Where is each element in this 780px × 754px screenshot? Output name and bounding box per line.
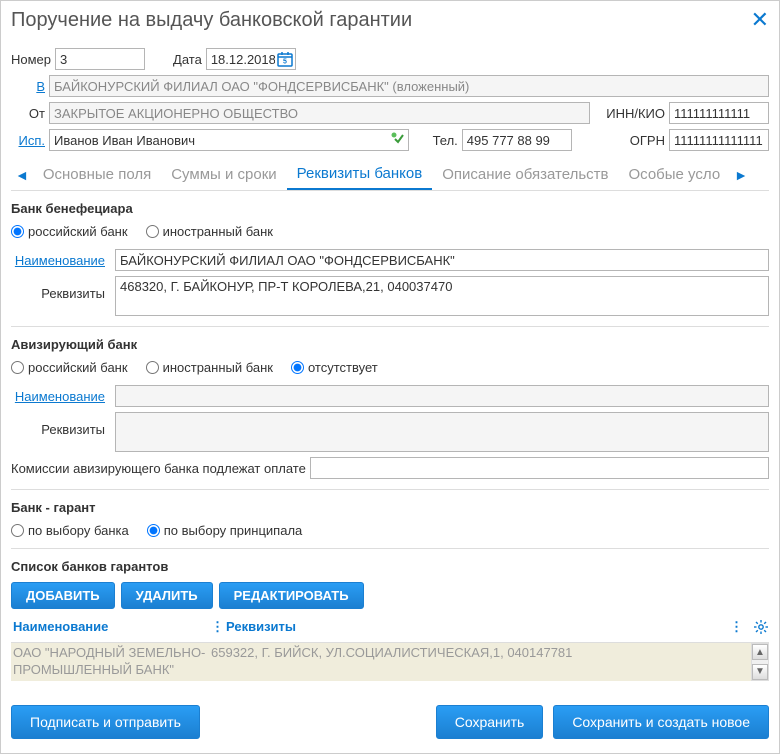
ogrn-label: ОГРН <box>630 133 665 148</box>
table-row[interactable]: ОАО "НАРОДНЫЙ ЗЕМЕЛЬНО-ПРОМЫШЛЕННЫЙ БАНК… <box>11 643 751 681</box>
guarantor-by-bank-radio[interactable]: по выбору банка <box>11 523 129 538</box>
grid-col-requisites[interactable]: ⋮Реквизиты <box>211 619 485 638</box>
from-label: От <box>11 106 45 121</box>
column-drag-icon[interactable]: ⋮ <box>730 619 741 634</box>
grid-cell-req: 659322, Г. БИЙСК, УЛ.СОЦИАЛИСТИЧЕСКАЯ,1,… <box>211 645 751 679</box>
inn-input[interactable] <box>669 102 769 124</box>
gear-icon[interactable] <box>745 619 769 638</box>
advising-bank-header: Авизирующий банк <box>11 337 769 352</box>
advising-req-label: Реквизиты <box>11 412 111 437</box>
advising-name-input <box>115 385 769 407</box>
scroll-up-icon[interactable]: ▲ <box>752 644 768 660</box>
window-title: Поручение на выдачу банковской гарантии <box>11 9 412 32</box>
beneficiary-name-input[interactable] <box>115 249 769 271</box>
beneficiary-req-input[interactable]: 468320, Г. БАЙКОНУР, ПР-Т КОРОЛЕВА,21, 0… <box>115 276 769 316</box>
edit-button[interactable]: РЕДАКТИРОВАТЬ <box>219 582 364 609</box>
executor-input[interactable] <box>49 129 409 151</box>
beneficiary-name-label[interactable]: Наименование <box>11 253 111 268</box>
bank-in-input <box>49 75 769 97</box>
tab-scroll-left-icon[interactable]: ◄ <box>11 167 33 183</box>
commission-input[interactable] <box>310 457 769 479</box>
scroll-down-icon[interactable]: ▼ <box>752 664 768 680</box>
tab-main-fields[interactable]: Основные поля <box>33 160 161 189</box>
beneficiary-russian-radio[interactable]: российский банк <box>11 224 128 239</box>
advising-foreign-radio[interactable]: иностранный банк <box>146 360 273 375</box>
sign-send-button[interactable]: Подписать и отправить <box>11 705 200 739</box>
tab-bank-requisites[interactable]: Реквизиты банков <box>287 159 433 190</box>
tel-input[interactable] <box>462 129 572 151</box>
bank-in-label[interactable]: В <box>11 79 45 94</box>
advising-none-radio[interactable]: отсутствует <box>291 360 378 375</box>
tab-special[interactable]: Особые усло <box>619 160 731 189</box>
close-icon[interactable]: ✕ <box>751 9 769 31</box>
tab-scroll-right-icon[interactable]: ► <box>730 167 752 183</box>
guarantor-grid: Наименование ⋮Реквизиты ⋮ ОАО "НАРОДНЫЙ … <box>11 615 769 681</box>
calendar-icon[interactable]: 5 <box>277 51 293 67</box>
date-label: Дата <box>173 52 202 67</box>
save-create-new-button[interactable]: Сохранить и создать новое <box>553 705 769 739</box>
tab-amounts[interactable]: Суммы и сроки <box>161 160 286 189</box>
attach-icon[interactable] <box>391 132 405 149</box>
grid-cell-name: ОАО "НАРОДНЫЙ ЗЕМЕЛЬНО-ПРОМЫШЛЕННЫЙ БАНК… <box>11 645 211 679</box>
number-input[interactable] <box>55 48 145 70</box>
beneficiary-foreign-radio[interactable]: иностранный банк <box>146 224 273 239</box>
inn-label: ИНН/КИО <box>606 106 665 121</box>
number-label: Номер <box>11 52 51 67</box>
ogrn-input[interactable] <box>669 129 769 151</box>
column-drag-icon[interactable]: ⋮ <box>211 619 222 634</box>
save-button[interactable]: Сохранить <box>436 705 544 739</box>
beneficiary-req-label: Реквизиты <box>11 276 111 301</box>
guarantor-list-header: Список банков гарантов <box>11 559 769 574</box>
advising-russian-radio[interactable]: российский банк <box>11 360 128 375</box>
tel-label: Тел. <box>433 133 458 148</box>
from-input <box>49 102 590 124</box>
commission-label: Комиссии авизирующего банка подлежат опл… <box>11 461 306 476</box>
grid-col-name[interactable]: Наименование <box>11 619 211 638</box>
beneficiary-bank-header: Банк бенефециара <box>11 201 769 216</box>
guarantor-by-principal-radio[interactable]: по выбору принципала <box>147 523 303 538</box>
guarantor-bank-header: Банк - гарант <box>11 500 769 515</box>
tab-obligations[interactable]: Описание обязательств <box>432 160 618 189</box>
executor-label[interactable]: Исп. <box>11 133 45 148</box>
advising-req-input <box>115 412 769 452</box>
svg-text:5: 5 <box>283 59 287 66</box>
advising-name-label[interactable]: Наименование <box>11 389 111 404</box>
add-button[interactable]: ДОБАВИТЬ <box>11 582 115 609</box>
delete-button[interactable]: УДАЛИТЬ <box>121 582 213 609</box>
scrollbar[interactable]: ▲ ▼ <box>751 643 769 681</box>
